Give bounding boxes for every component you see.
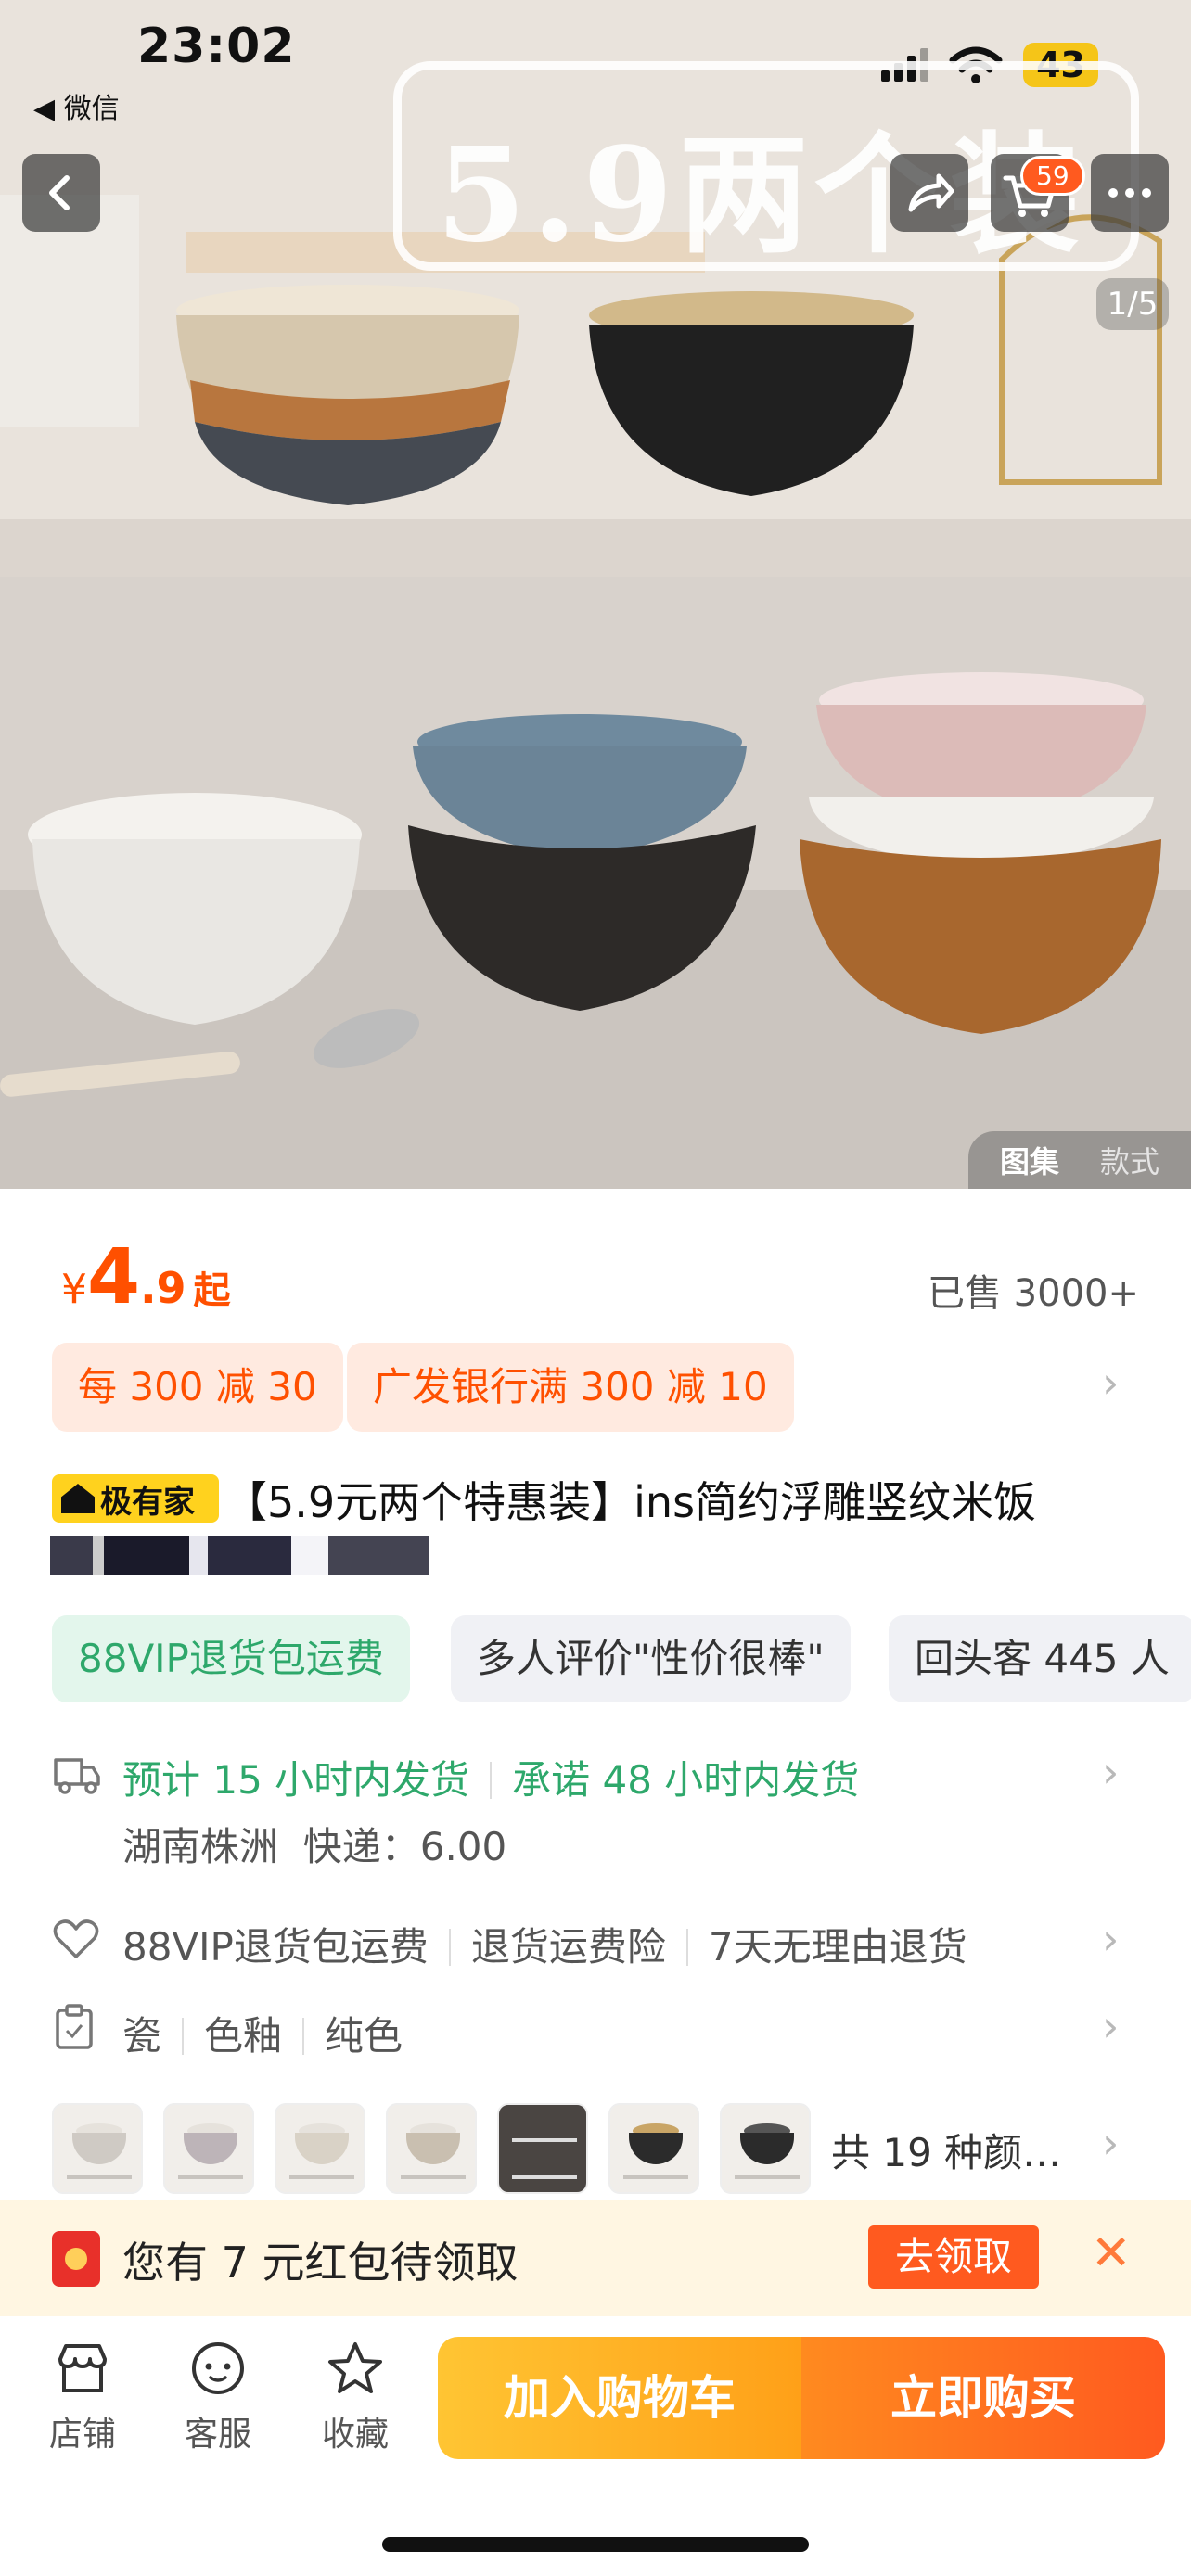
variant-thumbnails [52, 2103, 811, 2194]
customer-service-button[interactable]: 客服 [167, 2340, 269, 2455]
divider [182, 2018, 185, 2055]
share-icon [908, 173, 954, 212]
product-attributes[interactable]: 瓷色釉 纯色 [122, 2005, 403, 2061]
tag-reviews[interactable]: 多人评价"性价很棒" [451, 1615, 851, 1702]
variant-thumbnail[interactable] [163, 2103, 254, 2194]
star-icon [328, 2342, 382, 2393]
divider [448, 1929, 451, 1966]
variant-thumbnail[interactable] [608, 2103, 699, 2194]
shipping-estimate-text: 预计 15 小时内发货 [122, 1757, 470, 1803]
favorite-label: 收藏 [321, 2416, 389, 2454]
variant-count-label[interactable]: 共 19 种颜… [831, 2122, 1061, 2178]
shipping-estimate[interactable]: 预计 15 小时内发货 承诺 48 小时内发货 [122, 1749, 859, 1805]
chevron-right-icon[interactable]: › [1102, 2001, 1119, 2051]
chat-face-icon [192, 2342, 244, 2394]
shipping-fee: 快递：6.00 [302, 1824, 507, 1869]
tag-vip-return[interactable]: 88VIP退货包运费 [52, 1615, 410, 1702]
add-to-cart-button[interactable]: 加入购物车 [438, 2337, 801, 2459]
tab-gallery[interactable]: 图集 [1000, 1139, 1059, 1181]
shipping-promise-text: 承诺 48 小时内发货 [512, 1757, 860, 1803]
chevron-right-icon[interactable]: › [1102, 1358, 1119, 1408]
truck-icon [54, 1758, 100, 1794]
more-button[interactable] [1091, 154, 1169, 232]
claim-button[interactable]: 去领取 [868, 2225, 1039, 2289]
price: ¥ 4 .9 起 [61, 1233, 231, 1321]
service-guarantees[interactable]: 88VIP退货包运费 退货运费险 7天无理由退货 [122, 1916, 967, 1972]
chevron-left-icon [49, 175, 70, 210]
divider [490, 1762, 493, 1799]
price-suffix: 起 [193, 1269, 231, 1312]
variant-thumbnail[interactable] [275, 2103, 365, 2194]
price-integer: 4 [87, 1233, 141, 1321]
gallery-tabs: 图集 款式 [968, 1131, 1191, 1189]
service-7day-return: 7天无理由退货 [708, 1924, 967, 1970]
chevron-right-icon[interactable]: › [1102, 1914, 1119, 1964]
shipping-origin: 湖南株洲 快递：6.00 [122, 1816, 506, 1872]
share-button[interactable] [890, 154, 968, 232]
home-indicator [382, 2537, 809, 2552]
redacted-title-continuation [50, 1536, 429, 1575]
tag-repeat-buyers[interactable]: 回头客 445 人 [889, 1615, 1191, 1702]
back-button[interactable] [22, 154, 100, 232]
favorite-button[interactable]: 收藏 [304, 2340, 406, 2455]
chevron-right-icon[interactable]: › [1102, 2118, 1119, 2168]
back-to-wechat-link[interactable]: ◀ 微信 [33, 85, 120, 126]
heart-shield-icon [53, 1919, 99, 1958]
shop-label: 店铺 [48, 2416, 116, 2454]
divider [302, 2018, 305, 2055]
house-icon [61, 1484, 95, 1513]
variant-thumbnail[interactable] [497, 2103, 588, 2194]
store-icon [58, 2344, 107, 2392]
coupon-bank-discount[interactable]: 广发银行满 300 减 10 [347, 1343, 794, 1432]
cart-count-badge: 59 [1020, 156, 1085, 196]
divider [685, 1929, 688, 1966]
more-dots-icon [1108, 188, 1151, 198]
product-image-gallery[interactable]: 23:02 ◀ 微信 43 5.9两个装 59 1/5 图集 款式 [0, 0, 1191, 1189]
attr-material: 瓷 [122, 2013, 162, 2059]
tab-styles[interactable]: 款式 [1100, 1139, 1159, 1181]
coupon-store-discount[interactable]: 每 300 减 30 [52, 1343, 343, 1432]
image-counter: 1/5 [1096, 278, 1169, 330]
product-title: 【5.9元两个特惠装】ins简约浮雕竖纹米饭 [224, 1477, 1037, 1527]
buy-now-button[interactable]: 立即购买 [801, 2337, 1165, 2459]
sold-count: 已售 3000+ [927, 1272, 1139, 1315]
shipping-origin-city: 湖南株洲 [122, 1824, 279, 1869]
clipboard-icon [56, 2004, 93, 2049]
shop-button[interactable]: 店铺 [32, 2340, 134, 2455]
status-time: 23:02 [137, 19, 296, 74]
brand-badge-label: 极有家 [100, 1483, 195, 1521]
red-envelope-icon [52, 2231, 100, 2287]
price-currency: ¥ [61, 1266, 87, 1313]
variant-thumbnail[interactable] [52, 2103, 143, 2194]
variant-thumbnail[interactable] [720, 2103, 811, 2194]
variant-thumbnail[interactable] [386, 2103, 477, 2194]
promo-overlay-text: 5.9两个装 [436, 120, 1085, 272]
service-label: 客服 [184, 2416, 251, 2454]
chevron-right-icon[interactable]: › [1102, 1747, 1119, 1797]
price-decimal: .9 [140, 1263, 186, 1313]
attr-glaze: 色釉 [204, 2013, 283, 2059]
red-packet-text: 您有 7 元红包待领取 [122, 2238, 519, 2288]
brand-badge: 极有家 [52, 1474, 219, 1523]
service-vip-return: 88VIP退货包运费 [122, 1924, 429, 1970]
close-icon[interactable]: ✕ [1091, 2225, 1132, 2281]
attr-color: 纯色 [325, 2013, 403, 2059]
service-return-insurance: 退货运费险 [470, 1924, 666, 1970]
